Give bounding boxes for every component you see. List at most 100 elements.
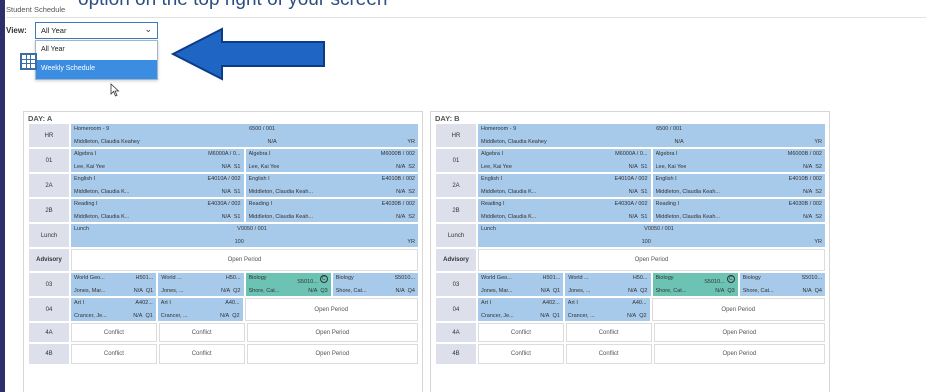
course-line-1: Biology S5010...	[743, 275, 822, 281]
course-cell[interactable]: Biology S5010... Shore, Cat... N/A Q4	[332, 273, 418, 296]
course-cell[interactable]: Biology S5010... C Shore, Cat... N/A Q3	[652, 273, 738, 296]
course-name: English I	[481, 176, 503, 182]
period-label: 01	[436, 149, 476, 172]
period-cells: Reading I E4030A / 002 Middleton, Claudia …	[478, 199, 825, 222]
dropdown-option-all-year[interactable]: All Year	[36, 41, 157, 60]
course-section: E4030B / 002	[789, 201, 822, 207]
view-select[interactable]: All Year ⌄	[35, 22, 158, 39]
course-section-code: E4030A / 002	[614, 201, 648, 207]
term-tag: Q2	[639, 313, 647, 319]
course-cell[interactable]: Lunch V0050 / 001 100 YR	[71, 224, 418, 247]
course-line-2: Middleton, Claudia K... N/A S1	[74, 189, 241, 195]
course-line-1: English I E4010B / 002	[249, 176, 416, 182]
course-cell[interactable]: Homeroom - 9 6500 / 001 Middleton, Claudia…	[71, 124, 418, 147]
room-number: N/A	[803, 164, 813, 170]
course-cell[interactable]: English I E4010B / 002 Middleton, Claudia …	[652, 174, 825, 197]
day-a-title: DAY: A	[28, 114, 53, 123]
course-section: A40...	[225, 300, 239, 306]
course-line-2: Crancer, ... N/A Q2	[161, 313, 240, 319]
course-line-1: World Geo... H501...	[74, 275, 153, 281]
dropdown-option-weekly-schedule[interactable]: Weekly Schedule	[36, 60, 157, 79]
course-cell[interactable]: Lunch V0050 / 001 100 YR	[478, 224, 825, 247]
course-cell[interactable]: Homeroom - 9 6500 / 001 Middleton, Claudia…	[478, 124, 825, 147]
conflict-cell[interactable]: Conflict	[158, 323, 245, 342]
schedule-row: Advisory Open Period	[29, 249, 418, 271]
course-cell[interactable]: Reading I E4030B / 002 Middleton, Claudia …	[652, 199, 825, 222]
course-section: E4010B / 002	[789, 176, 822, 182]
course-cell[interactable]: World ... H50... Jones, ... N/A Q2	[158, 273, 244, 296]
open-period-cell[interactable]: Open Period	[71, 249, 418, 271]
room-number: N/A	[221, 189, 231, 195]
open-period-cell[interactable]: Open Period	[651, 298, 825, 321]
course-cell[interactable]: Art I A40... Crancer, ... N/A Q2	[564, 298, 650, 321]
course-section: M6000B / 002	[788, 151, 822, 157]
course-code: V0050 / 001	[644, 226, 674, 232]
course-name: English I	[74, 176, 96, 182]
conflict-cell[interactable]: Conflict	[71, 344, 157, 364]
course-line-1: World ... H50...	[568, 275, 647, 281]
room-number: N/A	[674, 139, 684, 145]
open-period-cell[interactable]: Open Period	[244, 298, 418, 321]
course-line-1: Art I A402...	[74, 300, 153, 306]
conflict-cell[interactable]: Conflict	[565, 344, 652, 364]
course-line-2: Shore, Cat... N/A Q3	[656, 288, 735, 294]
course-cell[interactable]: Algebra I M6000B / 002 Lee, Kai Yee N/A S2	[652, 149, 825, 172]
teacher-name: Middleton, Claudia Keah...	[655, 214, 721, 220]
course-section-code: M6000A / 0...	[208, 151, 241, 157]
period-label: Lunch	[29, 224, 69, 247]
course-cell[interactable]: Art I A402... Crancer, Je... N/A Q1	[478, 298, 563, 321]
course-cell[interactable]: Reading I E4030B / 002 Middleton, Claudia …	[245, 199, 418, 222]
course-line-1: Homeroom - 9 6500 / 001	[74, 126, 415, 132]
open-period-cell[interactable]: Open Period	[246, 344, 419, 364]
period-cells: Art I A402... Crancer, Je... N/A Q1 Art I A40.…	[478, 298, 825, 321]
course-cell[interactable]: World ... H50... Jones, ... N/A Q2	[565, 273, 651, 296]
open-period-cell[interactable]: Open Period	[478, 249, 825, 271]
period-cells: Lunch V0050 / 001 100 YR	[478, 224, 825, 247]
period-label: 2B	[29, 199, 69, 222]
room-and-term: N/A S1	[629, 214, 648, 220]
course-cell[interactable]: English I E4010A / 002 Middleton, Claudia …	[71, 174, 244, 197]
course-cell[interactable]: World Geo... H501... Jones, Mar... N/A Q1	[478, 273, 564, 296]
conflict-cell[interactable]: Conflict	[71, 323, 157, 342]
instruction-caption: option on the top right of your screen	[78, 0, 387, 11]
course-line-1: Reading I E4030A / 002	[481, 201, 648, 207]
course-cell[interactable]: Art I A402... Crancer, Je... N/A Q1	[71, 298, 156, 321]
course-section: M6000A / 0...	[615, 151, 647, 157]
course-cell[interactable]: Reading I E4030A / 002 Middleton, Claudia …	[478, 199, 651, 222]
room-and-term: N/A Q2	[220, 313, 240, 319]
conflict-cell[interactable]: Conflict	[565, 323, 652, 342]
course-cell[interactable]: English I E4010A / 002 Middleton, Claudia …	[478, 174, 651, 197]
course-cell[interactable]: Biology S5010... C Shore, Cat... N/A Q3	[245, 273, 331, 296]
conflict-cell[interactable]: Conflict	[478, 323, 564, 342]
calendar-grid-icon[interactable]	[20, 53, 37, 70]
course-cell[interactable]: Algebra I M6000B / 002 Lee, Kai Yee N/A S2	[245, 149, 418, 172]
open-period-cell[interactable]: Open Period	[246, 323, 419, 342]
period-label: 4A	[436, 323, 476, 342]
course-line-1: Art I A40...	[568, 300, 647, 306]
course-line-1: Lunch V0050 / 001	[481, 226, 822, 232]
schedule-row: Lunch Lunch V0050 / 001 100 YR	[29, 224, 418, 247]
course-cell[interactable]: Algebra I M6000A / 0... Lee, Kai Yee N/A S1	[478, 149, 651, 172]
period-label: 04	[29, 298, 69, 321]
teacher-name: Crancer, Je...	[481, 313, 514, 319]
room-and-term: YR	[404, 239, 415, 245]
term-tag: S1	[233, 164, 241, 170]
chevron-down-icon: ⌄	[144, 24, 152, 34]
course-cell[interactable]: World Geo... H501... Jones, Mar... N/A Q1	[71, 273, 157, 296]
course-cell[interactable]: English I E4010B / 002 Middleton, Claudia …	[245, 174, 418, 197]
course-line-2: Middleton, Claudia K... N/A S1	[74, 214, 241, 220]
course-cell[interactable]: Biology S5010... Shore, Cat... N/A Q4	[739, 273, 825, 296]
schedule-row: 4A Conflict Conflict Open Period	[29, 323, 419, 342]
course-cell[interactable]: Algebra I M6000A / 0... Lee, Kai Yee N/A S1	[71, 149, 244, 172]
open-period-cell[interactable]: Open Period	[653, 323, 826, 342]
course-line-1: English I E4010A / 002	[74, 176, 241, 182]
course-line-1: Reading I E4030A / 002	[74, 201, 241, 207]
conflict-cell[interactable]: Conflict	[478, 344, 564, 364]
term-tag: S2	[408, 189, 415, 195]
schedule-row: 01 Algebra I M6000A / 0... Lee, Kai Yee N/A S…	[29, 149, 418, 172]
course-name: Art I	[567, 300, 578, 306]
course-cell[interactable]: Reading I E4030A / 002 Middleton, Claudia …	[71, 199, 244, 222]
conflict-cell[interactable]: Conflict	[158, 344, 245, 364]
course-cell[interactable]: Art I A40... Crancer, ... N/A Q2	[157, 298, 243, 321]
open-period-cell[interactable]: Open Period	[653, 344, 826, 364]
